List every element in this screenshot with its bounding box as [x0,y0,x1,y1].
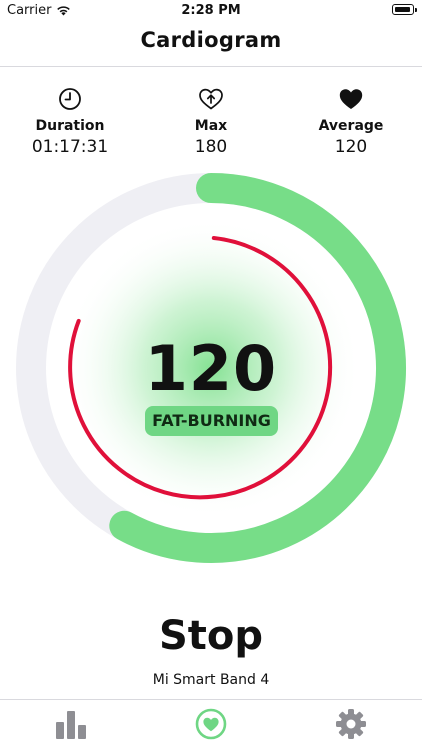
stat-average: Average 120 [296,86,406,157]
battery-icon [392,4,417,15]
bar-chart-icon [56,711,86,739]
bpm-value: 120 [144,332,278,405]
stats-row: Duration 01:17:31 Max 180 Average 120 [0,86,422,166]
tab-heart[interactable] [191,706,231,742]
duration-value: 01:17:31 [31,137,109,157]
nav-divider [0,66,422,67]
device-name: Mi Smart Band 4 [152,672,270,688]
page-title: Cardiogram [140,28,282,52]
max-value: 180 [194,137,228,157]
heart-icon [195,708,227,740]
zone-badge: FAT-BURNING [145,406,278,436]
clock-icon [59,88,81,110]
stop-button[interactable]: Stop [111,608,311,664]
stat-max: Max 180 [156,86,266,157]
duration-label: Duration [35,118,105,134]
tab-stats[interactable] [51,706,91,742]
status-time: 2:28 PM [181,3,241,18]
tab-bar [0,700,422,750]
heart-icon [339,89,363,109]
gear-icon [336,709,366,739]
stat-duration: Duration 01:17:31 [15,86,125,157]
tab-settings[interactable] [331,706,371,742]
heart-up-arrow-icon [199,88,223,110]
average-label: Average [318,118,384,134]
max-label: Max [194,118,228,134]
cardiogram-screen: Carrier 2:28 PM Cardiogram Duration 01:1… [0,0,422,750]
status-bar: Carrier 2:28 PM [0,0,422,24]
average-value: 120 [334,137,368,157]
